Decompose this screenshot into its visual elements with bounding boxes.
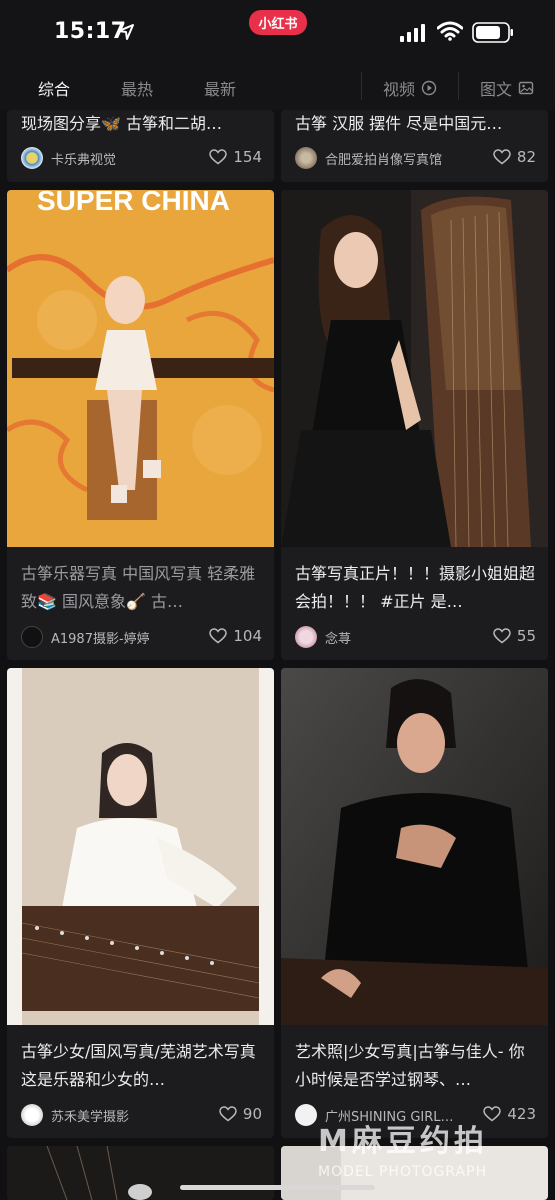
note-author[interactable]: A1987摄影-婷婷 <box>21 626 150 648</box>
note-cover-image <box>7 1146 274 1200</box>
image-icon <box>518 81 534 95</box>
note-cover-image <box>7 668 274 1025</box>
like-count: 55 <box>516 627 536 645</box>
note-card[interactable]: 古筝 汉服 摆件 尽是中国元… 合肥爱拍肖像写真馆 82 <box>281 110 548 182</box>
note-cover-image <box>281 668 548 1025</box>
note-cover-image: SUPER CHINA <box>7 190 274 547</box>
author-name: 卡乐弗视觉 <box>51 152 117 168</box>
avatar <box>295 1104 317 1126</box>
note-title: 艺术照|少女写真|古筝与佳人- 你小时候是否学过钢琴、… <box>295 1042 525 1089</box>
heart-icon <box>219 1106 237 1122</box>
note-card[interactable] <box>7 1146 274 1200</box>
heart-icon <box>493 149 511 165</box>
avatar <box>295 626 317 648</box>
avatar <box>21 147 43 169</box>
author-name: 苏禾美学摄影 <box>51 1109 130 1125</box>
home-indicator[interactable] <box>180 1185 375 1190</box>
filter-image-text[interactable]: 图文 <box>480 76 534 100</box>
avatar <box>21 1104 43 1126</box>
note-author[interactable]: 念荨 <box>295 626 351 648</box>
like-button[interactable]: 82 <box>493 148 536 166</box>
status-bar: 15:17 小红书 <box>0 0 555 66</box>
tab-hottest[interactable]: 最热 <box>121 76 153 100</box>
tab-bar: 综合 最热 最新 视频 图文 <box>0 66 555 110</box>
tab-comprehensive[interactable]: 综合 <box>38 76 70 100</box>
filter-video[interactable]: 视频 <box>383 76 437 100</box>
note-title: 古筝写真正片！！！摄影小姐姐超会拍！！！ #正片 是… <box>295 564 536 611</box>
avatar <box>21 626 43 648</box>
like-count: 154 <box>233 148 262 166</box>
note-title: 古筝乐器写真 中国风写真 轻柔雅致📚 国风意象🪕 古… <box>21 564 256 611</box>
heart-icon <box>493 628 511 644</box>
note-author[interactable]: 合肥爱拍肖像写真馆 <box>295 147 442 169</box>
note-card[interactable]: 艺术照|少女写真|古筝与佳人- 你小时候是否学过钢琴、… 广州SHINING G… <box>281 668 548 1138</box>
note-card[interactable]: 古筝写真正片！！！摄影小姐姐超会拍！！！ #正片 是… 念荨 55 <box>281 190 548 660</box>
note-card[interactable]: 古筝少女/国风写真/芜湖艺术写真 这是乐器和少女的… 苏禾美学摄影 90 <box>7 668 274 1138</box>
tab-divider <box>361 72 362 100</box>
note-title: 古筝少女/国风写真/芜湖艺术写真 这是乐器和少女的… <box>21 1042 256 1089</box>
note-card[interactable]: SUPER CHINA 古筝乐器写真 中国风写真 轻柔雅致📚 国风意象🪕 古… … <box>7 190 274 660</box>
cellular-signal-icon <box>400 24 425 42</box>
like-count: 90 <box>242 1105 262 1123</box>
author-name: 念荨 <box>325 631 352 647</box>
filter-image-text-label: 图文 <box>480 80 513 99</box>
watermark-main: M麻豆约拍 <box>318 1124 488 1159</box>
note-cover-image <box>281 190 548 547</box>
tab-newest[interactable]: 最新 <box>204 76 236 100</box>
location-arrow-icon <box>118 24 134 40</box>
avatar <box>295 147 317 169</box>
cover-text: SUPER CHINA <box>37 190 230 216</box>
wifi-icon <box>437 21 463 41</box>
like-button[interactable]: 55 <box>493 627 536 645</box>
heart-icon <box>209 149 228 165</box>
note-title: 现场图分享🦋 古筝和二胡… <box>21 114 223 133</box>
filter-video-label: 视频 <box>383 80 416 99</box>
watermark-sub: MODEL PHOTOGRAPH <box>318 1164 488 1180</box>
filter-divider <box>458 72 459 100</box>
note-card[interactable]: 现场图分享🦋 古筝和二胡… 卡乐弗视觉 154 <box>7 110 274 182</box>
heart-icon <box>209 628 228 644</box>
like-count: 104 <box>233 627 262 645</box>
like-button[interactable]: 423 <box>483 1105 536 1123</box>
like-count: 82 <box>516 148 536 166</box>
like-button[interactable]: 90 <box>219 1105 262 1123</box>
note-author[interactable]: 苏禾美学摄影 <box>21 1104 129 1126</box>
note-author[interactable]: 卡乐弗视觉 <box>21 147 116 169</box>
like-button[interactable]: 154 <box>209 148 262 166</box>
note-title: 古筝 汉服 摆件 尽是中国元… <box>295 114 503 133</box>
app-badge: 小红书 <box>249 10 307 35</box>
like-count: 423 <box>507 1105 536 1123</box>
play-circle-icon <box>421 80 437 96</box>
watermark: M麻豆约拍 MODEL PHOTOGRAPH <box>318 1116 488 1180</box>
battery-icon <box>472 22 513 43</box>
author-name: 合肥爱拍肖像写真馆 <box>325 152 443 168</box>
like-button[interactable]: 104 <box>209 627 262 645</box>
author-name: A1987摄影-婷婷 <box>51 631 150 647</box>
